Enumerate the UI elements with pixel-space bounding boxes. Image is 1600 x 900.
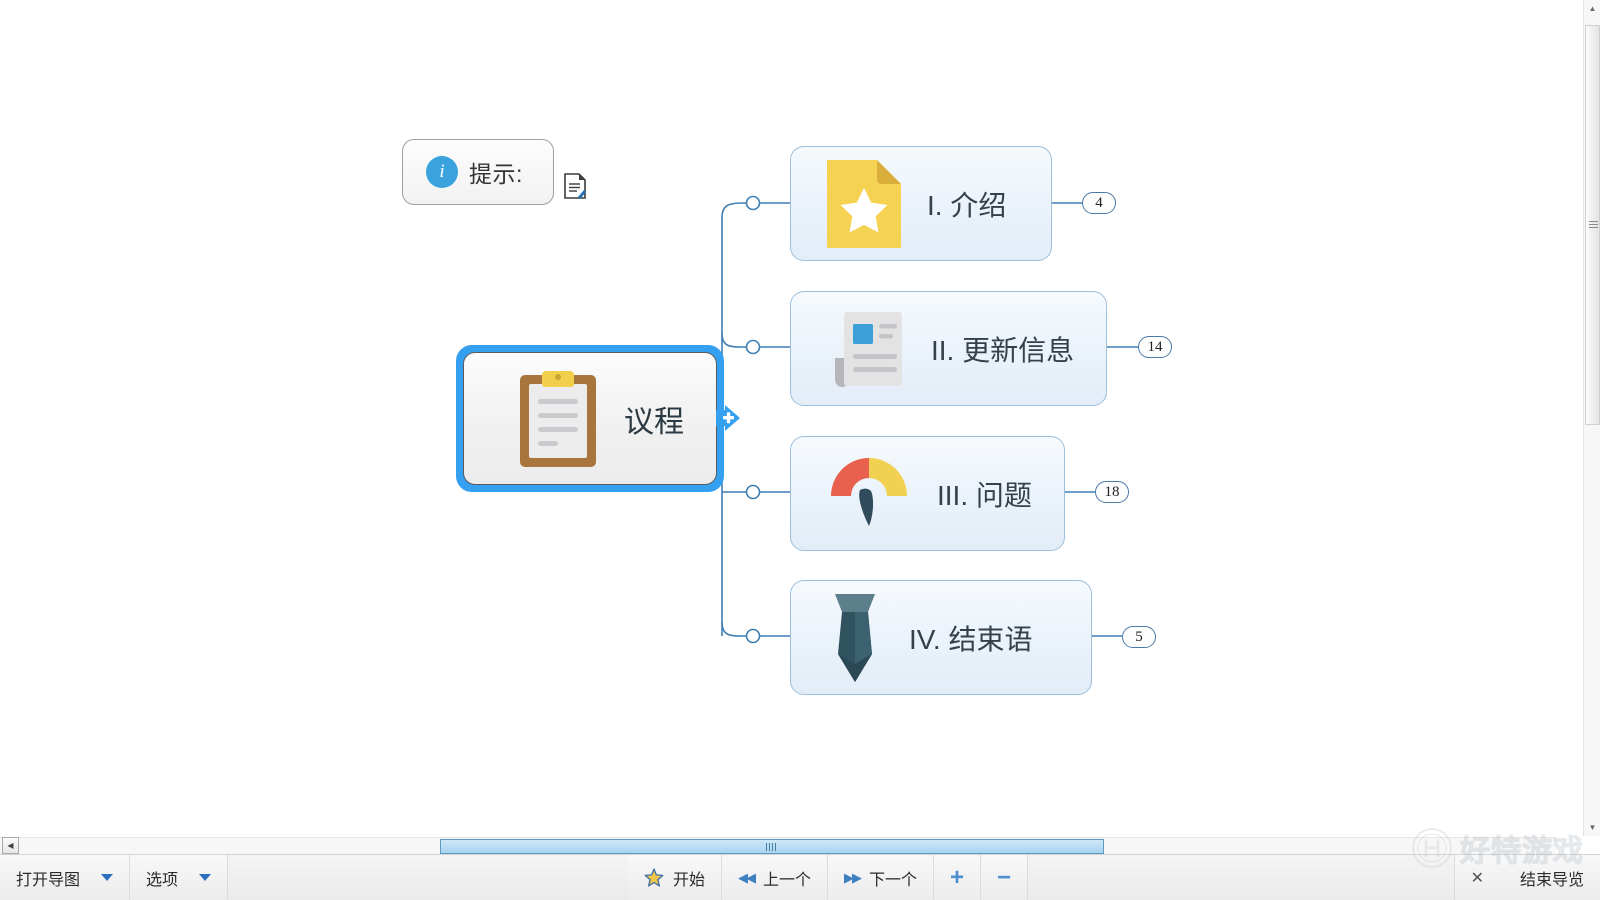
central-node[interactable]: 议程 [456,345,724,492]
zoom-out-button[interactable]: − [981,855,1029,900]
toolbar-center-group: 开始 ◀◀ 上一个 ▶▶ 下一个 + − [628,855,1029,900]
caret-down-icon [199,874,212,881]
vertical-scrollbar[interactable]: ▲ ▼ [1583,0,1600,836]
zoom-out-label: − [997,863,1012,891]
necktie-icon [827,592,883,684]
zoom-in-label: + [950,863,965,891]
branch-node-2[interactable]: II. 更新信息 [790,291,1107,406]
branch-badge-4[interactable]: 5 [1122,626,1156,648]
triangle-left-icon[interactable]: ◀ [2,837,19,854]
note-edit-icon[interactable] [563,172,587,200]
mindmap-application: i 提示: 议程 I. 介绍 4 II. 更新信息 14 III. 问题 18 … [0,0,1600,900]
mindmap-canvas[interactable]: i 提示: 议程 I. 介绍 4 II. 更新信息 14 III. 问题 18 … [0,0,1556,836]
toolbar-right-group: ✕ 结束导览 [1453,855,1600,900]
info-circle-icon: i [426,156,458,188]
connector-wires [721,195,1138,644]
clipboard-icon [520,370,596,467]
horizontal-scrollbar-thumb[interactable] [440,839,1104,854]
start-label: 开始 [673,871,706,889]
bottom-toolbar: 打开导图 选项 开始 ◀◀ 上一个 ▶▶ 下一个 + − ✕ 结束导览 [0,854,1600,900]
plus-handle[interactable] [716,405,740,431]
horizontal-scrollbar[interactable] [0,837,1556,854]
x-icon: ✕ [1470,869,1484,887]
central-node-label: 议程 [624,405,684,439]
next-label: 下一个 [869,871,918,889]
tip-label: 提示: [469,161,523,187]
triangle-down-icon[interactable]: ▼ [1584,819,1600,836]
star-document-icon [827,159,901,248]
next-button[interactable]: ▶▶ 下一个 [828,855,935,900]
branch-badge-2[interactable]: 14 [1138,336,1172,358]
previous-label: 上一个 [763,871,812,889]
branch-node-4[interactable]: IV. 结束语 [790,580,1092,695]
options-button[interactable]: 选项 [130,855,229,900]
branch-node-3-label: III. 问题 [937,479,1032,511]
branch-node-4-label: IV. 结束语 [909,623,1033,655]
branch-node-3[interactable]: III. 问题 [790,436,1065,551]
triangle-up-icon[interactable]: ▲ [1584,0,1600,17]
branch-node-1-label: I. 介绍 [927,189,1007,221]
end-tour-button[interactable]: ✕ 结束导览 [1453,855,1600,900]
double-arrow-right-icon: ▶▶ [844,869,862,885]
grip-icon [766,842,778,851]
caret-down-icon [101,874,114,881]
branch-node-1[interactable]: I. 介绍 [790,146,1052,261]
end-tour-label: 结束导览 [1519,871,1584,889]
gauge-icon [827,452,911,536]
toolbar-left-group: 打开导图 选项 [0,855,229,900]
grip-icon [1589,221,1598,229]
zoom-in-button[interactable]: + [934,855,982,900]
start-button[interactable]: 开始 [628,855,723,900]
previous-button[interactable]: ◀◀ 上一个 [722,855,829,900]
branch-badge-1[interactable]: 4 [1082,192,1116,214]
open-map-button[interactable]: 打开导图 [0,855,131,900]
double-arrow-left-icon: ◀◀ [738,869,756,885]
central-node-inner: 议程 [463,352,717,485]
options-label: 选项 [146,871,179,889]
tip-callout: i 提示: [402,139,554,205]
vertical-scrollbar-thumb[interactable] [1585,25,1600,425]
open-map-label: 打开导图 [16,871,81,889]
star-icon [644,867,664,887]
branch-badge-3[interactable]: 18 [1095,481,1129,503]
branch-node-2-label: II. 更新信息 [931,334,1075,366]
newspaper-icon [827,310,905,388]
